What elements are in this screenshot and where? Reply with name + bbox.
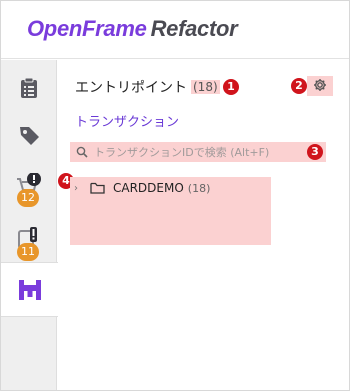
panel-header: エントリポイント (18) (75, 77, 220, 97)
rail-item-cart[interactable]: 12 (1, 158, 57, 213)
entry-point-tree: › CARDDEMO (18) (70, 177, 271, 245)
gear-icon (313, 77, 327, 96)
search-input[interactable] (94, 145, 322, 159)
tree-item-label: CARDDEMO (113, 181, 184, 195)
rail-item-tasks[interactable]: 11 (1, 211, 57, 266)
tag-icon (18, 124, 40, 146)
rail-item-entry-points[interactable] (1, 262, 58, 317)
activity-rail: 12 11 (1, 60, 58, 390)
settings-button[interactable] (307, 76, 333, 96)
tree-item-count: (18) (187, 181, 211, 195)
chevron-right-icon[interactable]: › (74, 183, 84, 194)
entry-points-panel: エントリポイント (18) 1 2 トランザクション 3 4 (58, 60, 349, 390)
annotation-marker-3: 3 (307, 144, 323, 160)
logo-refactor: Refactor (150, 16, 238, 41)
cart-badge: 12 (17, 189, 39, 207)
app-logo: OpenFrame Refactor (27, 16, 238, 42)
annotation-marker-2: 2 (291, 78, 307, 94)
rail-item-tags[interactable] (1, 107, 57, 162)
search-box (70, 142, 326, 162)
tasks-badge: 11 (17, 243, 39, 261)
panel-title: エントリポイント (75, 80, 187, 96)
entry-point-icon (18, 279, 42, 301)
folder-icon (90, 179, 105, 198)
panel-count: (18) (191, 80, 220, 94)
tree-item-carddemo[interactable]: › CARDDEMO (18) (74, 179, 210, 197)
tab-transactions[interactable]: トランザクション (75, 111, 179, 130)
logo-openframe: OpenFrame (27, 16, 147, 41)
search-icon (76, 143, 88, 162)
annotation-marker-1: 1 (223, 79, 239, 95)
clipboard-icon (20, 77, 38, 99)
app-header: OpenFrame Refactor (1, 1, 349, 59)
